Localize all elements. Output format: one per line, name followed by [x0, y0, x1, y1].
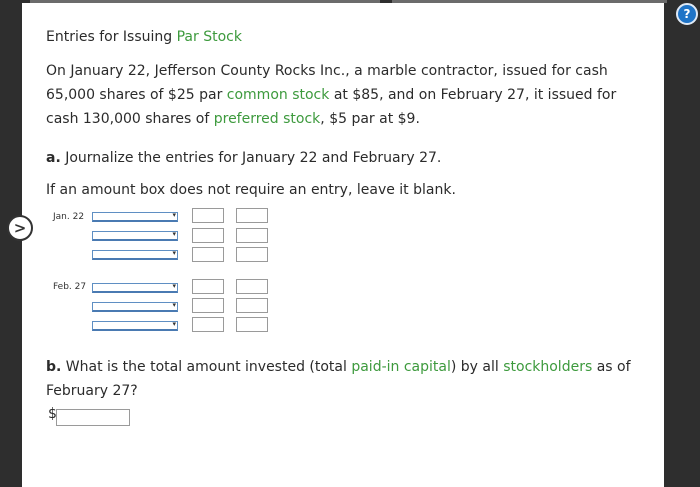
debit-input[interactable] [192, 247, 224, 262]
account-select[interactable]: ▾ [92, 249, 178, 260]
credit-input[interactable] [236, 279, 268, 294]
credit-input[interactable] [236, 208, 268, 223]
debit-input[interactable] [192, 298, 224, 313]
credit-input[interactable] [236, 298, 268, 313]
part-b-text-2: ) by all [450, 359, 504, 375]
term-link-common-stock[interactable]: common stock [227, 87, 330, 103]
question-title: Entries for Issuing Par Stock [46, 25, 242, 49]
dropdown-caret-icon: ▾ [172, 282, 176, 290]
credit-input[interactable] [236, 228, 268, 243]
total-paid-in-capital-input[interactable] [56, 409, 130, 426]
part-b-label: b. [46, 359, 62, 375]
account-select[interactable]: ▾ [92, 320, 178, 331]
part-b-question: b. What is the total amount invested (to… [46, 355, 661, 403]
account-select[interactable]: ▾ [92, 301, 178, 312]
account-select[interactable]: ▾ [92, 230, 178, 241]
term-link-par-stock[interactable]: Par Stock [177, 29, 242, 45]
problem-part-3: , $5 par at $9. [320, 111, 420, 127]
blank-entry-hint: If an amount box does not require an ent… [46, 182, 456, 198]
term-link-stockholders[interactable]: stockholders [503, 359, 592, 375]
dropdown-caret-icon: ▾ [172, 249, 176, 257]
credit-input[interactable] [236, 317, 268, 332]
term-link-paid-in-capital[interactable]: paid-in capital [351, 359, 451, 375]
term-link-preferred-stock[interactable]: preferred stock [214, 111, 321, 127]
debit-input[interactable] [192, 317, 224, 332]
account-select[interactable]: ▾ [92, 211, 178, 222]
part-a-text: Journalize the entries for January 22 an… [60, 150, 442, 166]
dropdown-caret-icon: ▾ [172, 301, 176, 309]
problem-text: On January 22, Jefferson County Rocks In… [46, 59, 646, 131]
dropdown-caret-icon: ▾ [172, 211, 176, 219]
part-b-text-1: What is the total amount invested (total [61, 359, 352, 375]
help-icon[interactable]: ? [676, 3, 698, 25]
next-arrow-icon[interactable]: > [7, 215, 33, 241]
debit-input[interactable] [192, 208, 224, 223]
part-a-instruction: a. Journalize the entries for January 22… [46, 146, 441, 170]
dropdown-caret-icon: ▾ [172, 320, 176, 328]
credit-input[interactable] [236, 247, 268, 262]
journal-date-feb-27: Feb. 27 [53, 282, 87, 292]
title-text: Entries for Issuing [46, 29, 177, 45]
dropdown-caret-icon: ▾ [172, 230, 176, 238]
account-select[interactable]: ▾ [92, 282, 178, 293]
part-a-label: a. [46, 150, 61, 166]
debit-input[interactable] [192, 279, 224, 294]
journal-date-jan-22: Jan. 22 [53, 212, 85, 222]
debit-input[interactable] [192, 228, 224, 243]
